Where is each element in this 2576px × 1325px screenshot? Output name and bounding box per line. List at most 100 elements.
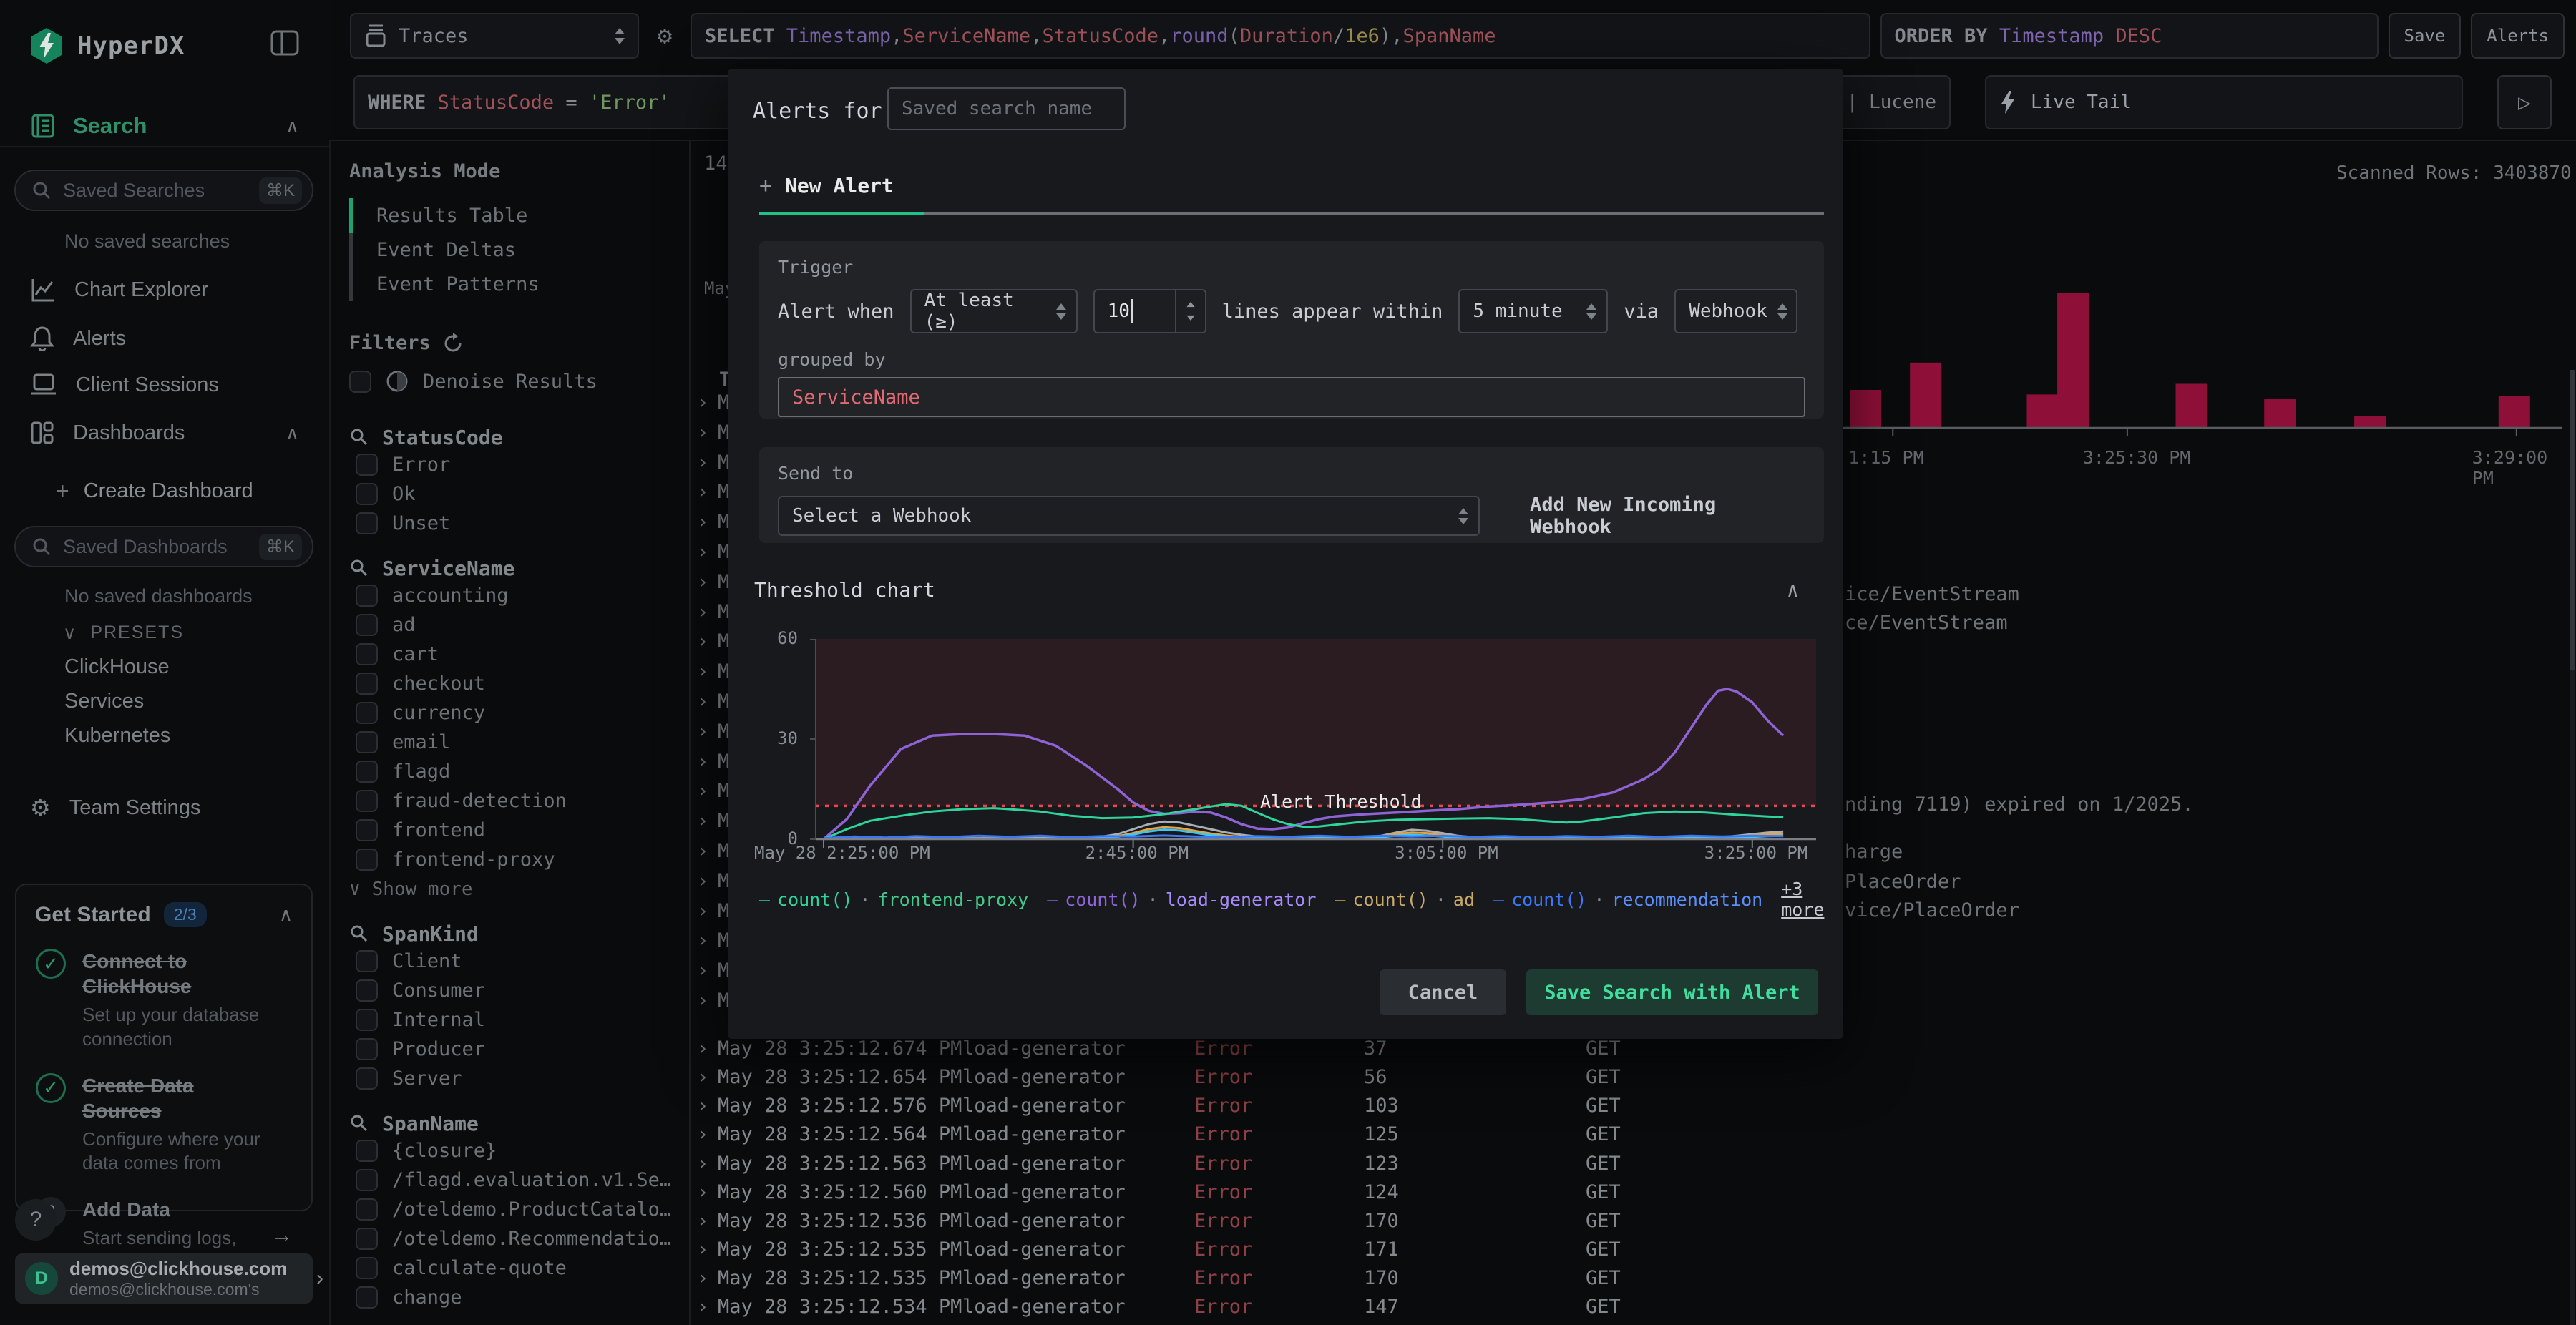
filter-option[interactable]: fraud-detection <box>349 786 689 816</box>
legend-more-button[interactable]: +3 more <box>1781 879 1843 920</box>
checkbox[interactable] <box>356 761 378 783</box>
alerts-button[interactable]: Alerts <box>2471 13 2565 59</box>
checkbox[interactable] <box>356 1140 378 1162</box>
sidebar-preset-clickhouse[interactable]: ClickHouse <box>64 655 170 679</box>
row-expand-icon[interactable]: › <box>697 1238 708 1261</box>
checkbox[interactable] <box>356 849 378 871</box>
checkbox[interactable] <box>356 483 378 505</box>
webhook-select[interactable]: Select a Webhook <box>778 496 1480 536</box>
help-button[interactable]: ? <box>15 1199 57 1241</box>
user-menu[interactable]: D demos@clickhouse.com demos@clickhouse.… <box>15 1253 313 1304</box>
search-icon[interactable] <box>349 1113 369 1133</box>
legend-item[interactable]: — count() · load-generator <box>1047 889 1316 910</box>
show-more-button[interactable]: ∨ Show more <box>349 874 689 904</box>
filter-option[interactable]: currency <box>349 698 689 728</box>
sidebar-item-chart-explorer[interactable]: Chart Explorer <box>30 278 299 302</box>
row-expand-icon[interactable]: › <box>697 810 708 832</box>
row-expand-icon[interactable]: › <box>697 1267 708 1289</box>
row-expand-icon[interactable]: › <box>697 780 708 802</box>
row-expand-icon[interactable]: › <box>697 989 708 1012</box>
search-icon[interactable] <box>349 427 369 447</box>
row-expand-icon[interactable]: › <box>697 571 708 593</box>
saved-searches-input[interactable]: Saved Searches ⌘K <box>14 170 313 211</box>
sidebar-item-search[interactable]: Search ∧ <box>30 113 299 139</box>
analysis-mode-event-patterns[interactable]: Event Patterns <box>349 267 689 301</box>
condition-select[interactable]: At least (≥) <box>909 289 1078 333</box>
filter-option[interactable]: Producer <box>349 1035 689 1064</box>
chevron-right-icon[interactable]: › <box>316 1266 323 1291</box>
row-expand-icon[interactable]: › <box>697 1296 708 1318</box>
checkbox[interactable] <box>356 1009 378 1031</box>
checkbox[interactable] <box>356 950 378 972</box>
filter-option[interactable]: Ok <box>349 479 689 509</box>
create-dashboard-button[interactable]: + Create Dashboard <box>56 478 253 504</box>
denoise-toggle[interactable]: Denoise Results <box>349 366 689 397</box>
checkbox[interactable] <box>356 1257 378 1279</box>
presets-toggle[interactable]: ∨ PRESETS <box>63 622 184 644</box>
table-scrollbar[interactable] <box>2570 370 2575 1325</box>
filter-option[interactable]: flagd <box>349 757 689 786</box>
refresh-icon[interactable] <box>442 333 464 354</box>
row-expand-icon[interactable]: › <box>697 601 708 623</box>
row-expand-icon[interactable]: › <box>697 750 708 773</box>
checkbox[interactable] <box>356 1198 378 1221</box>
cancel-button[interactable]: Cancel <box>1380 969 1506 1015</box>
filter-option[interactable]: /oteldemo.ProductCatalo… <box>349 1195 689 1224</box>
filter-option[interactable]: {closure} <box>349 1136 689 1165</box>
row-expand-icon[interactable]: › <box>697 690 708 713</box>
number-spinner[interactable] <box>1174 290 1205 332</box>
saved-dashboards-input[interactable]: Saved Dashboards ⌘K <box>14 526 313 567</box>
sidebar-preset-kubernetes[interactable]: Kubernetes <box>64 724 170 748</box>
analysis-mode-results-table[interactable]: Results Table <box>349 198 689 233</box>
run-query-button[interactable]: ▷ <box>2497 75 2552 129</box>
checkbox[interactable] <box>356 454 378 476</box>
chevron-up-icon[interactable]: ∧ <box>279 904 293 926</box>
select-query-input[interactable]: SELECT Timestamp,ServiceName,StatusCode,… <box>691 13 1870 59</box>
chevron-up-icon[interactable]: ∧ <box>286 115 299 137</box>
checkbox[interactable] <box>356 731 378 753</box>
row-expand-icon[interactable]: › <box>697 1181 708 1203</box>
threshold-input[interactable]: 10 <box>1093 289 1206 333</box>
row-expand-icon[interactable]: › <box>697 900 708 922</box>
row-expand-icon[interactable]: › <box>697 481 708 503</box>
row-expand-icon[interactable]: › <box>697 1123 708 1145</box>
row-expand-icon[interactable]: › <box>697 840 708 862</box>
channel-select[interactable]: Webhook <box>1674 289 1798 333</box>
filter-option[interactable]: /flagd.evaluation.v1.Se… <box>349 1165 689 1195</box>
checkbox[interactable] <box>356 702 378 724</box>
filter-option[interactable]: email <box>349 728 689 757</box>
collapse-chart-icon[interactable]: ∧ <box>1787 578 1799 602</box>
sidebar-preset-services[interactable]: Services <box>64 690 144 713</box>
save-search-with-alert-button[interactable]: Save Search with Alert <box>1526 969 1818 1015</box>
sidebar-item-alerts[interactable]: Alerts <box>30 326 299 351</box>
row-expand-icon[interactable]: › <box>697 870 708 892</box>
get-started-step[interactable]: ✓ Connect to ClickHouse Set up your databa… <box>35 949 293 1052</box>
row-expand-icon[interactable]: › <box>697 1210 708 1232</box>
sidebar-item-dashboards[interactable]: Dashboards ∧ <box>30 421 299 445</box>
filter-option[interactable]: frontend <box>349 816 689 845</box>
filter-option[interactable]: Internal <box>349 1005 689 1035</box>
checkbox[interactable] <box>356 643 378 665</box>
filter-option[interactable]: Client <box>349 947 689 976</box>
sidebar-collapse-icon[interactable] <box>270 30 299 56</box>
add-webhook-button[interactable]: Add New Incoming Webhook <box>1530 494 1805 538</box>
chevron-up-icon[interactable]: ∧ <box>286 422 299 444</box>
get-started-step[interactable]: ✓ Create Data Sources Configure where your… <box>35 1072 293 1176</box>
search-icon[interactable] <box>349 924 369 944</box>
filter-option[interactable]: Server <box>349 1064 689 1093</box>
checkbox[interactable] <box>356 1286 378 1309</box>
filter-option[interactable]: change <box>349 1283 689 1312</box>
gear-icon[interactable]: ⚙ <box>649 21 680 50</box>
filter-option[interactable]: Error <box>349 450 689 479</box>
checkbox[interactable] <box>356 585 378 607</box>
checkbox[interactable] <box>349 370 371 393</box>
row-expand-icon[interactable]: › <box>697 1037 708 1060</box>
grouped-by-input[interactable]: ServiceName <box>778 377 1805 417</box>
filter-option[interactable]: cart <box>349 640 689 669</box>
saved-search-name-input[interactable]: Saved search name <box>887 87 1126 130</box>
checkbox[interactable] <box>356 790 378 812</box>
live-tail-button[interactable]: Live Tail <box>1985 75 2463 129</box>
checkbox[interactable] <box>356 614 378 636</box>
tab-new-alert[interactable]: + New Alert <box>759 173 894 198</box>
filter-option[interactable]: checkout <box>349 669 689 698</box>
